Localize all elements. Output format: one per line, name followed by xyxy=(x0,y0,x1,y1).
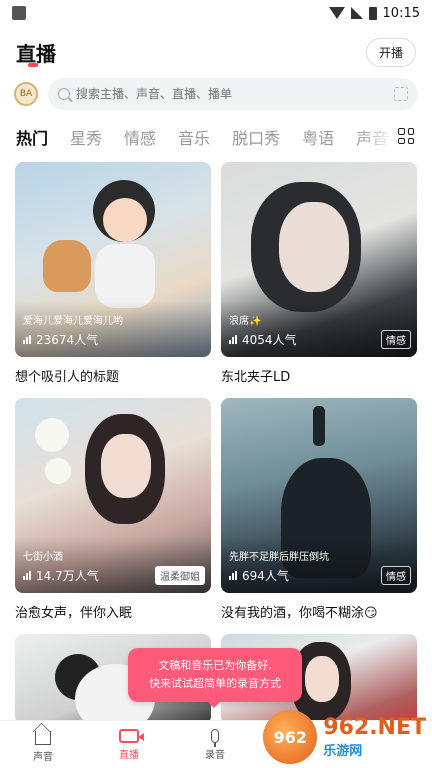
nav-label: 直播 xyxy=(119,749,139,761)
recording-tip-toast[interactable]: 文稿和音乐已为你备好, 快来试试超简单的录音方式 xyxy=(128,648,302,708)
tab-cantonese[interactable]: 粤语 xyxy=(302,125,334,149)
category-tag: 温柔御姐 xyxy=(155,566,205,585)
live-card-title: 治愈女声，伴你入眠 xyxy=(15,606,133,621)
category-tabs: 热门 星秀 情感 音乐 脱口秀 粤语 声音 xyxy=(16,122,388,152)
audience-bars-icon xyxy=(23,571,31,580)
live-card-tagline: 爱海儿爱海儿爱海儿哟 xyxy=(23,316,123,327)
search-icon xyxy=(58,88,70,100)
microphone-icon xyxy=(211,728,219,747)
live-card-cover[interactable]: 爱海儿爱海儿爱海儿哟 23674人气 xyxy=(15,162,211,357)
live-card-cover[interactable]: 七街小酒 14.7万人气 温柔御姐 xyxy=(15,398,211,593)
tab-star-show[interactable]: 星秀 xyxy=(70,125,102,149)
audience-bars-icon xyxy=(229,571,237,580)
site-watermark: 962 962.NET 乐游网 xyxy=(263,710,426,764)
watermark-site-name: 乐游网 xyxy=(323,744,363,759)
live-card-tagline: 先胖不足胖后胖压倒坑 xyxy=(229,552,329,563)
audience-bars-icon xyxy=(229,335,237,344)
notification-icon xyxy=(12,6,26,20)
live-card[interactable]: 爱海儿爱海儿爱海儿哟 23674人气 想个吸引人的标题 xyxy=(15,162,211,385)
tab-hot[interactable]: 热门 xyxy=(16,125,48,149)
live-card-viewers: 23674人气 xyxy=(23,331,98,348)
grid-menu-icon[interactable] xyxy=(398,128,414,144)
live-card-viewers: 14.7万人气 xyxy=(23,567,99,584)
live-card-title: 东北夹子LD xyxy=(221,370,291,385)
tab-talk-show[interactable]: 脱口秀 xyxy=(232,125,280,149)
live-card[interactable]: 浪席✨ 4054人气 情感 东北夹子LD xyxy=(221,162,417,385)
category-tag: 情感 xyxy=(381,330,411,349)
signal-icon xyxy=(350,7,363,19)
watermark-domain: 962.NET xyxy=(323,715,426,740)
tabs-fade xyxy=(356,122,396,152)
home-icon xyxy=(35,731,51,745)
header: 直播 开播 xyxy=(16,36,416,68)
watermark-logo: 962 xyxy=(263,710,318,764)
live-card-tagline: 浪席✨ xyxy=(229,316,262,327)
tab-emotion[interactable]: 情感 xyxy=(124,125,156,149)
search-box[interactable] xyxy=(48,78,418,110)
rank-badge-icon[interactable]: BA xyxy=(14,82,38,106)
status-icons: 10:15 xyxy=(328,5,420,21)
clock: 10:15 xyxy=(382,5,420,21)
scan-icon[interactable] xyxy=(394,87,408,101)
toast-line-1: 文稿和音乐已为你备好, xyxy=(158,659,272,672)
live-card[interactable]: 先胖不足胖后胖压倒坑 694人气 情感 没有我的酒，你喝不糊涂😏 xyxy=(221,398,417,621)
category-tag: 情感 xyxy=(381,566,411,585)
nav-item-voice[interactable]: 声音 xyxy=(0,721,86,768)
nav-label: 声音 xyxy=(33,752,53,763)
nav-item-record[interactable]: 录音 xyxy=(172,721,258,768)
wifi-icon xyxy=(328,7,345,19)
battery-icon xyxy=(368,6,377,20)
live-card-title: 没有我的酒，你喝不糊涂😏 xyxy=(221,606,378,621)
search-row: BA xyxy=(14,78,418,110)
toast-line-2: 快来试试超简单的录音方式 xyxy=(149,677,281,690)
title-underline xyxy=(28,63,38,67)
live-card[interactable]: 七街小酒 14.7万人气 温柔御姐 治愈女声，伴你入眠 xyxy=(15,398,211,621)
search-input[interactable] xyxy=(76,87,388,101)
nav-item-live[interactable]: 直播 xyxy=(86,721,172,768)
tab-music[interactable]: 音乐 xyxy=(178,125,210,149)
audience-bars-icon xyxy=(23,335,31,344)
live-card-viewers: 4054人气 xyxy=(229,331,297,348)
live-card-cover[interactable]: 先胖不足胖后胖压倒坑 694人气 情感 xyxy=(221,398,417,593)
live-card-viewers: 694人气 xyxy=(229,567,289,584)
live-card-title: 想个吸引人的标题 xyxy=(15,370,120,385)
start-live-button[interactable]: 开播 xyxy=(365,37,416,67)
nav-label: 录音 xyxy=(205,749,225,761)
video-camera-icon xyxy=(119,728,144,743)
live-card-tagline: 七街小酒 xyxy=(23,552,63,563)
status-bar: 10:15 xyxy=(0,0,432,26)
live-card-cover[interactable]: 浪席✨ 4054人气 情感 xyxy=(221,162,417,357)
